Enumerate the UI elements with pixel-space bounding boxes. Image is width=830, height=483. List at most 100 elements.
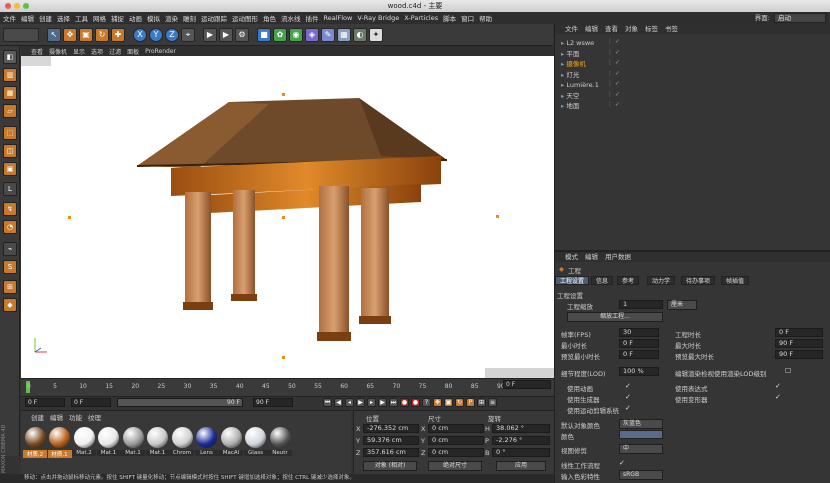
visibility-toggle-icon[interactable]: ⋮ ✓ (607, 49, 620, 56)
view-clipping-select[interactable]: 中 (619, 444, 663, 454)
project-time-field[interactable]: 0 F (775, 328, 823, 337)
menu-help[interactable]: 帮助 (479, 13, 492, 23)
undo-button[interactable] (3, 27, 39, 42)
tab-reference[interactable]: 参考 (617, 276, 640, 285)
make-editable-icon[interactable]: ◧ (3, 50, 17, 64)
planar-workplane-icon[interactable]: ⊞ (3, 280, 17, 294)
menu-render[interactable]: 渲染 (165, 13, 178, 23)
range-end-slider[interactable]: 90 F (117, 398, 243, 407)
object-row[interactable]: ▸ 平面 (561, 49, 761, 59)
menu-create[interactable]: 创建 (39, 13, 52, 23)
default-color-select[interactable]: 灰蓝色 (619, 419, 663, 429)
use-deformers-checkbox[interactable]: ✓ (775, 394, 782, 401)
soft-selection-icon[interactable]: ◔ (3, 220, 17, 234)
menu-realflow[interactable]: RealFlow (324, 14, 353, 22)
object-row[interactable]: ▸ 摄像机 (561, 59, 761, 69)
floor-icon[interactable]: ▦ (337, 27, 351, 42)
menu-script[interactable]: 脚本 (443, 13, 456, 23)
tab-project-settings[interactable]: 工程设置 (555, 276, 590, 285)
viewport-menu-display[interactable]: 显示 (73, 47, 85, 56)
material-swatch[interactable]: Lens (194, 427, 219, 456)
object-menu-object[interactable]: 对象 (625, 24, 638, 34)
material-swatch[interactable]: Mat.1 (121, 427, 145, 456)
linear-workflow-checkbox[interactable]: ✓ (619, 460, 626, 467)
object-row[interactable]: ▸ 天空 (561, 91, 761, 101)
keyframe-selection-icon[interactable]: ? (422, 398, 431, 407)
tab-info[interactable]: 信息 (591, 276, 614, 285)
minimize-window-icon[interactable] (14, 3, 20, 9)
next-key-icon[interactable]: ▶ (378, 398, 387, 407)
current-frame-field[interactable]: 0 F (25, 398, 65, 407)
select-arrow-icon[interactable]: ↖ (47, 27, 61, 42)
viewport-menu-camera[interactable]: 摄像机 (49, 47, 67, 56)
menu-select[interactable]: 选择 (57, 13, 70, 23)
rot-h-field[interactable]: 38.062 ° (492, 424, 550, 433)
menu-window[interactable]: 窗口 (461, 13, 474, 23)
object-row[interactable]: ▸ 地面 (561, 101, 761, 111)
lock-workplane-icon[interactable]: S (3, 260, 17, 274)
deformer-icon[interactable]: ◈ (305, 27, 319, 42)
timeline-ruler[interactable]: 0 5 10 15 20 25 30 35 40 45 50 55 60 65 70 75 80 85 90 (21, 378, 554, 396)
y-axis-icon[interactable]: Y (149, 27, 163, 42)
lod-field[interactable]: 100 % (619, 367, 659, 376)
snap-icon[interactable]: ⌁ (3, 242, 17, 256)
model-mode-icon[interactable]: ▥ (3, 68, 17, 82)
object-menu-bookmarks[interactable]: 书签 (665, 24, 678, 34)
max-time-field[interactable]: 90 F (775, 339, 823, 348)
coordinate-mode-select[interactable]: 对象 (相对) (363, 461, 417, 471)
viewport-solo-icon[interactable]: ◆ (3, 298, 17, 312)
viewport-menu-filter[interactable]: 过滤 (109, 47, 121, 56)
material-menu-create[interactable]: 创建 (31, 412, 44, 422)
range-start-field[interactable]: 0 F (71, 398, 111, 407)
pla-key-icon[interactable]: ⊞ (477, 398, 486, 407)
use-motion-system-checkbox[interactable]: ✓ (625, 405, 632, 412)
object-menu-edit[interactable]: 编辑 (585, 24, 598, 34)
param-key-icon[interactable]: P (466, 398, 475, 407)
attribute-menu-userdata[interactable]: 用户数据 (605, 252, 631, 262)
use-expressions-checkbox[interactable]: ✓ (775, 383, 782, 390)
menu-file[interactable]: 文件 (3, 13, 16, 23)
last-tool-icon[interactable]: ✚ (111, 27, 125, 42)
pos-z-field[interactable]: 357.616 cm (363, 448, 419, 457)
material-swatch[interactable]: Mat.1 (96, 427, 121, 456)
3d-viewport[interactable] (21, 56, 554, 378)
apply-button[interactable]: 应用 (496, 461, 546, 471)
material-swatch[interactable]: 材质.1 (47, 427, 72, 458)
pos-x-field[interactable]: -276.352 cm (363, 424, 419, 433)
material-menu-texture[interactable]: 纹理 (88, 412, 101, 422)
visibility-toggle-icon[interactable]: ⋮ ✓ (607, 70, 620, 77)
attribute-menu-mode[interactable]: 模式 (565, 252, 578, 262)
project-scale-unit[interactable]: 厘米 (667, 300, 697, 310)
tab-todo[interactable]: 待办事项 (681, 276, 716, 285)
menu-motion-tracker[interactable]: 运动跟踪 (201, 13, 227, 23)
visibility-toggle-icon[interactable]: ⋮ ✓ (607, 38, 620, 45)
tweak-mode-icon[interactable]: ↯ (3, 202, 17, 216)
menu-mograph[interactable]: 运动图形 (232, 13, 258, 23)
object-menu-view[interactable]: 查看 (605, 24, 618, 34)
layout-select[interactable]: 启动 (774, 13, 826, 23)
size-y-field[interactable]: 0 cm (428, 436, 484, 445)
menu-mesh[interactable]: 网格 (93, 13, 106, 23)
menu-sculpt[interactable]: 雕刻 (183, 13, 196, 23)
timeline-menu-icon[interactable]: ≡ (488, 398, 497, 407)
render-view-icon[interactable]: ▶ (203, 27, 217, 42)
cube-icon[interactable]: ■ (257, 27, 271, 42)
menu-tools[interactable]: 工具 (75, 13, 88, 23)
go-to-start-icon[interactable]: ⏮ (323, 398, 332, 407)
record-icon[interactable]: ● (400, 398, 409, 407)
subdivision-icon[interactable]: ◉ (289, 27, 303, 42)
coordinate-system-icon[interactable]: ⌖ (181, 27, 195, 42)
maximize-window-icon[interactable] (23, 3, 29, 9)
rotation-key-icon[interactable]: ↻ (455, 398, 464, 407)
viewport-menu-view[interactable]: 查看 (31, 47, 43, 56)
workplane-icon[interactable]: ▱ (3, 104, 17, 118)
light-icon[interactable]: ✦ (369, 27, 383, 42)
menu-edit[interactable]: 编辑 (21, 13, 34, 23)
fps-field[interactable]: 30 (619, 328, 659, 337)
menu-simulate[interactable]: 模拟 (147, 13, 160, 23)
end-frame-field[interactable]: 90 F (253, 398, 293, 407)
texture-mode-icon[interactable]: ▦ (3, 86, 17, 100)
axis-mode-icon[interactable]: L (3, 182, 17, 196)
rotate-tool-icon[interactable]: ↻ (95, 27, 109, 42)
environment-icon[interactable]: ✎ (321, 27, 335, 42)
